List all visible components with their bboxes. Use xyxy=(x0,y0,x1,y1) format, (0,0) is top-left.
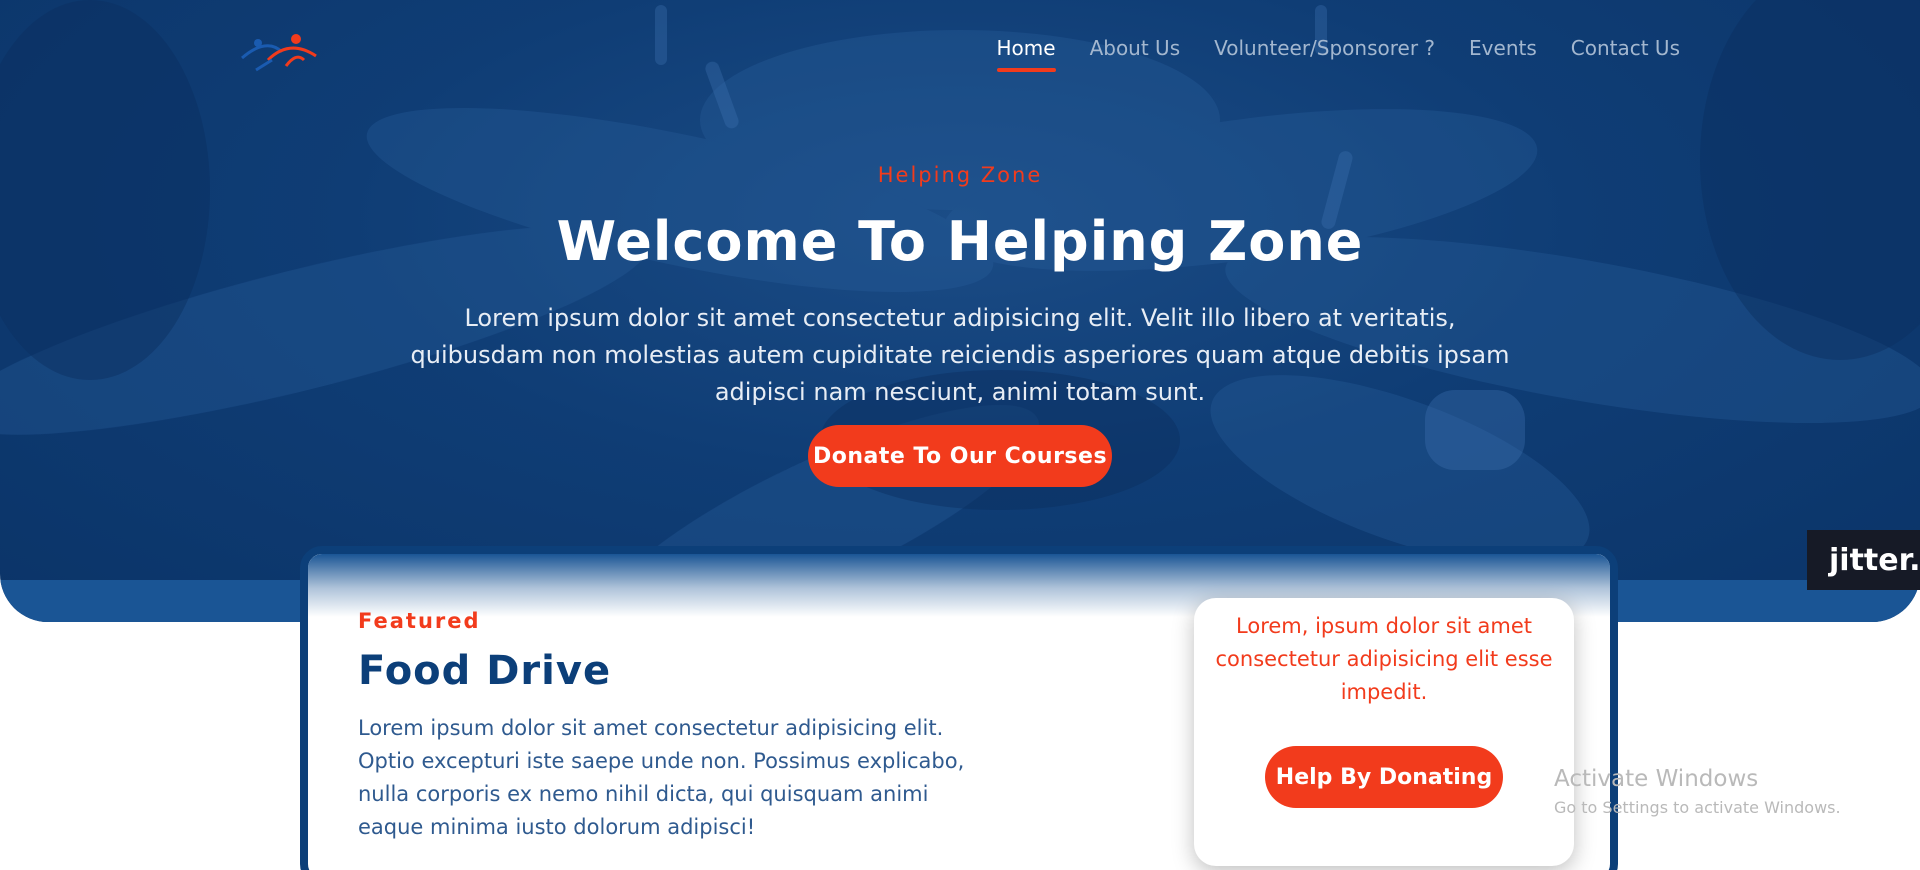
nav-item-volunteer-sponsor[interactable]: Volunteer/Sponsorer ? xyxy=(1214,36,1435,72)
featured-title: Food Drive xyxy=(358,648,612,694)
donate-box-text: Lorem, ipsum dolor sit amet consectetur … xyxy=(1215,614,1553,704)
windows-activation-watermark: Activate Windows Go to Settings to activ… xyxy=(1554,766,1841,817)
hero-description: Lorem ipsum dolor sit amet consectetur a… xyxy=(410,304,1510,406)
nav-item-about-us[interactable]: About Us xyxy=(1090,36,1181,72)
helping-zone-logo[interactable] xyxy=(238,30,322,74)
jitter-badge[interactable]: jitter.v xyxy=(1807,530,1920,590)
featured-card: Featured Food Drive Lorem ipsum dolor si… xyxy=(300,546,1618,870)
nav-item-contact-us[interactable]: Contact Us xyxy=(1571,36,1680,72)
donate-box: Lorem, ipsum dolor sit amet consectetur … xyxy=(1194,598,1574,866)
featured-description: Lorem ipsum dolor sit amet consectetur a… xyxy=(358,716,965,839)
hero-section: Home About Us Volunteer/Sponsorer ? Even… xyxy=(0,0,1920,622)
watermark-title: Activate Windows xyxy=(1554,766,1759,792)
hero-kicker: Helping Zone xyxy=(877,163,1043,187)
watermark-subtitle: Go to Settings to activate Windows. xyxy=(1554,798,1841,817)
featured-kicker: Featured xyxy=(358,609,481,633)
nav-item-events[interactable]: Events xyxy=(1469,36,1537,72)
main-nav: Home About Us Volunteer/Sponsorer ? Even… xyxy=(996,36,1680,72)
nav-item-home[interactable]: Home xyxy=(996,36,1056,72)
donate-to-courses-button[interactable]: Donate To Our Courses xyxy=(808,425,1112,487)
help-by-donating-button[interactable]: Help By Donating xyxy=(1265,746,1503,808)
hero-title: Welcome To Helping Zone xyxy=(556,210,1364,273)
